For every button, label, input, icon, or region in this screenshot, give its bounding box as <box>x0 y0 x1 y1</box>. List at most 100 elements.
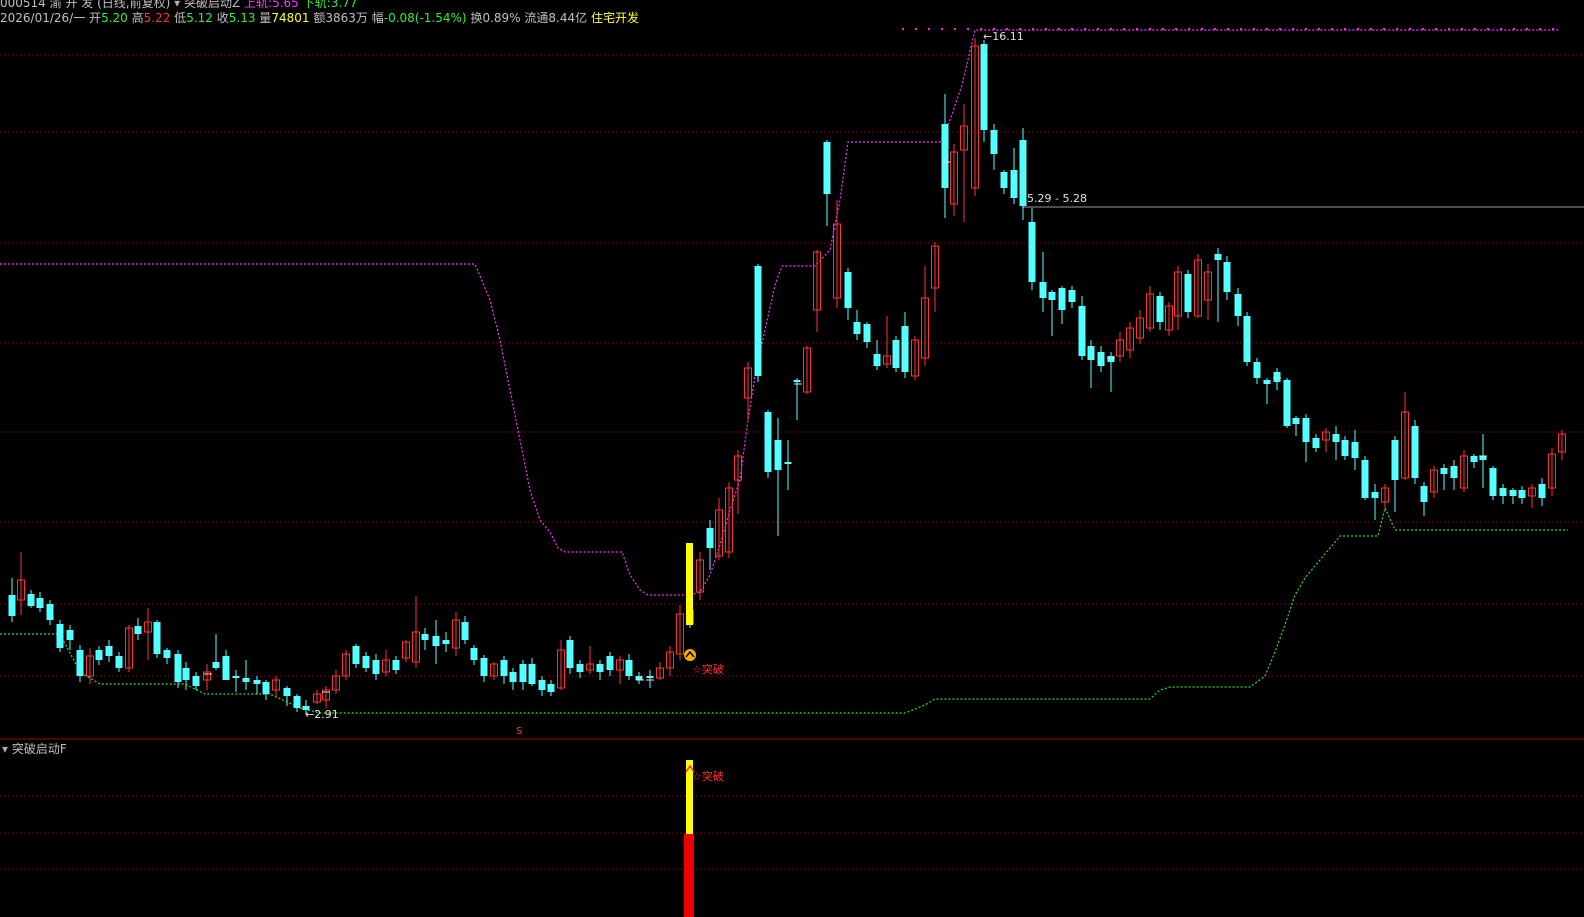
star-icon: ☆ <box>692 663 702 676</box>
band-dot <box>1148 27 1152 31</box>
price-line-label[interactable]: 5.29 - 5.28 <box>1027 192 1087 205</box>
candle-body <box>1039 282 1047 298</box>
candle-body <box>163 650 171 658</box>
candle-body <box>774 440 782 470</box>
band-dot <box>1187 27 1191 31</box>
candle-body <box>480 658 488 676</box>
sub-indicator-name[interactable]: 突破启动F <box>12 742 67 756</box>
band-dot <box>1369 27 1373 31</box>
band-dot <box>1031 27 1035 31</box>
candle-body <box>1223 262 1231 292</box>
candle-body <box>635 676 643 680</box>
candle-body <box>538 680 546 690</box>
low-price-label: ←2.91 <box>305 708 339 721</box>
candle-body <box>754 266 762 376</box>
low-price-value: 2.91 <box>314 708 339 721</box>
band-dot <box>1161 27 1165 31</box>
breakout-text-main: 突破 <box>701 663 724 676</box>
candle-body <box>873 354 881 366</box>
candle-body <box>844 272 852 308</box>
band-dot <box>1486 27 1490 31</box>
band-dot <box>1317 27 1321 31</box>
candle-body <box>764 412 772 472</box>
candle-body <box>421 634 429 640</box>
candle-body <box>784 462 792 464</box>
band-dot <box>1499 27 1503 31</box>
candle-body <box>606 656 614 670</box>
band-dot <box>966 27 970 31</box>
candle-body <box>95 650 103 660</box>
low-marker-icon: ← <box>305 708 315 721</box>
candle-body <box>232 676 240 678</box>
candle-body <box>470 648 478 660</box>
band-dot <box>1122 27 1126 31</box>
band-dot <box>1239 27 1243 31</box>
candle-body <box>1156 296 1164 322</box>
candle-body <box>283 688 291 696</box>
candle-body <box>596 664 604 672</box>
candle-body <box>1243 316 1251 362</box>
candle-body <box>115 656 123 668</box>
candle-body <box>1234 294 1242 316</box>
candle-body <box>1184 274 1192 312</box>
band-dot <box>1408 27 1412 31</box>
breakout-label-main: ☆突破 <box>692 661 724 677</box>
sub-panel-title[interactable]: ▾ 突破启动F <box>2 740 67 757</box>
sub-signal-bar-red <box>684 834 694 917</box>
candle-body <box>1048 292 1056 300</box>
band-dot <box>1096 27 1100 31</box>
band-dot <box>1395 27 1399 31</box>
star-icon-sub: ☆ <box>692 770 702 783</box>
candle-body <box>1273 372 1281 382</box>
candle-body <box>1538 484 1546 498</box>
band-dot <box>1265 27 1269 31</box>
band-dot <box>1083 27 1087 31</box>
candle-body <box>500 660 508 676</box>
candle-body <box>823 142 831 194</box>
candle-body <box>1292 418 1300 424</box>
candle-body <box>1087 346 1095 360</box>
upper-band-line <box>0 29 1560 596</box>
candle-body <box>192 676 200 686</box>
candle-body <box>253 680 261 684</box>
band-dot <box>1421 27 1425 31</box>
band-dot <box>1382 27 1386 31</box>
candle-body <box>352 646 360 664</box>
candle-body <box>262 682 270 694</box>
band-dot <box>901 27 905 31</box>
sub-indicator-toggle-icon[interactable]: ▾ <box>2 742 8 756</box>
candle-body <box>1371 492 1379 498</box>
candle-body <box>105 646 113 656</box>
candle-body <box>892 340 900 368</box>
band-dot <box>1252 27 1256 31</box>
candle-body <box>863 324 871 342</box>
band-dot <box>1538 27 1542 31</box>
candle-body <box>461 622 469 640</box>
band-dot <box>914 27 918 31</box>
candle-body <box>528 664 536 684</box>
candle-body <box>1097 352 1105 366</box>
candle-body <box>1263 380 1271 384</box>
band-dot <box>1447 27 1451 31</box>
candle-body <box>27 594 35 606</box>
candle-body <box>1489 468 1497 496</box>
candle-body <box>1283 380 1291 426</box>
candle-body <box>174 654 182 682</box>
kline-chart[interactable] <box>0 0 1584 917</box>
candle-body <box>1351 442 1359 458</box>
candle-body <box>901 326 909 372</box>
candle-body <box>1107 356 1115 362</box>
breakout-text-sub: 突破 <box>701 770 724 783</box>
candle-body <box>1302 418 1310 442</box>
band-dot <box>1291 27 1295 31</box>
candle-body <box>793 380 801 382</box>
candle-body <box>1058 288 1066 310</box>
candle-body <box>222 656 230 680</box>
candle-body <box>1000 172 1008 188</box>
candle-body <box>1411 426 1419 478</box>
candle-body <box>1010 170 1018 198</box>
candle-body <box>36 598 44 608</box>
candle-body <box>293 696 301 708</box>
candle-body <box>1214 254 1222 260</box>
candle-body <box>1332 434 1340 442</box>
